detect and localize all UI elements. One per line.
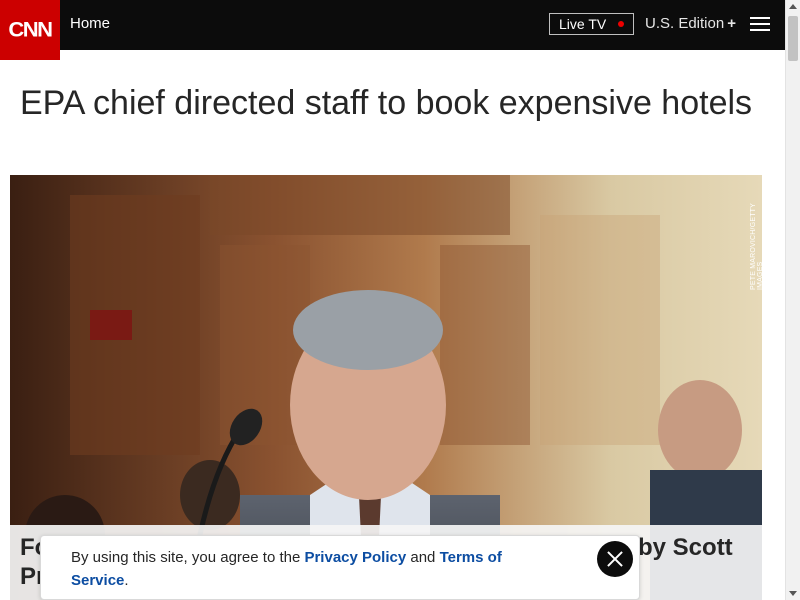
top-navigation-bar: Home Live TV U.S. Edition + xyxy=(0,0,785,50)
edition-label: U.S. Edition xyxy=(645,15,725,32)
close-icon[interactable] xyxy=(597,541,633,577)
scroll-down-arrow-icon[interactable] xyxy=(789,591,797,596)
cookie-text-before: By using this site, you agree to the xyxy=(71,549,305,566)
cookie-consent-banner: By using this site, you agree to the Pri… xyxy=(40,535,640,600)
logo-text: CNN xyxy=(8,17,53,42)
scrollbar-thumb[interactable] xyxy=(788,16,798,61)
cnn-logo[interactable]: CNN xyxy=(0,0,60,60)
live-tv-button[interactable]: Live TV xyxy=(549,13,634,35)
cookie-text-after: . xyxy=(124,572,129,589)
privacy-policy-link[interactable]: Privacy Policy xyxy=(304,549,406,566)
scroll-up-arrow-icon[interactable] xyxy=(789,4,797,9)
page-scrollbar[interactable] xyxy=(785,0,800,600)
article-headline: EPA chief directed staff to book expensi… xyxy=(19,84,753,122)
edition-selector[interactable]: U.S. Edition + xyxy=(645,15,736,32)
hamburger-menu-icon[interactable] xyxy=(750,17,770,33)
photo-credit: PETE MAROVICH/GETTY IMAGES xyxy=(750,203,764,290)
cookie-text-middle: and xyxy=(406,549,440,566)
caption-right-fragment: by Scott xyxy=(638,534,733,561)
plus-icon: + xyxy=(727,15,736,32)
live-indicator-dot-icon xyxy=(618,21,624,27)
home-link[interactable]: Home xyxy=(70,15,110,32)
cookie-consent-text: By using this site, you agree to the Pri… xyxy=(71,546,551,592)
live-tv-label: Live TV xyxy=(559,16,607,32)
